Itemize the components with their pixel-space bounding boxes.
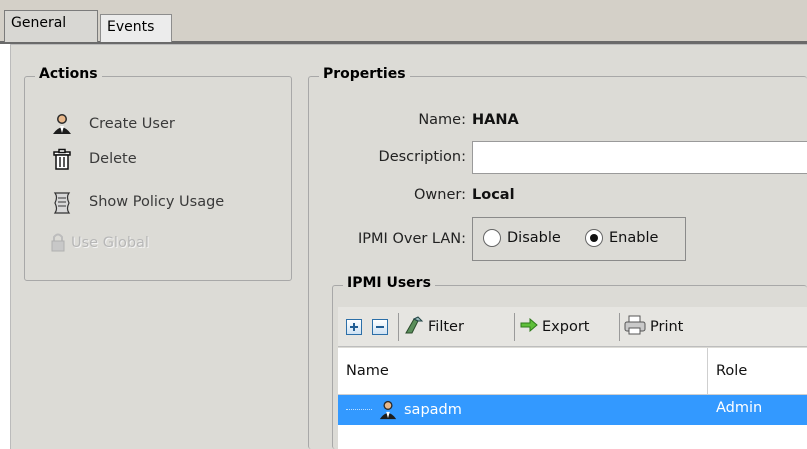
remove-button[interactable] xyxy=(372,316,388,338)
description-field[interactable] xyxy=(472,141,807,174)
ipmi-disable-radio[interactable]: Disable xyxy=(483,229,561,247)
filter-button[interactable]: Filter xyxy=(404,316,464,338)
name-value: HANA xyxy=(472,112,519,128)
radio-unchecked-icon xyxy=(483,229,501,247)
ipmi-disable-label: Disable xyxy=(507,230,561,246)
delete-label: Delete xyxy=(89,151,137,167)
printer-icon xyxy=(624,315,646,339)
actions-group: Actions Create User Delete Show Policy U… xyxy=(24,66,292,281)
export-label: Export xyxy=(542,319,590,335)
user-role-cell: Admin xyxy=(716,400,763,416)
user-name-cell: sapadm xyxy=(378,400,462,420)
toolbar-divider xyxy=(619,313,620,341)
print-button[interactable]: Print xyxy=(624,315,684,339)
tab-general[interactable]: General xyxy=(4,10,98,42)
trash-icon xyxy=(51,148,73,170)
lock-icon xyxy=(51,232,65,254)
show-policy-usage-action[interactable]: Show Policy Usage xyxy=(51,189,224,215)
radio-checked-icon xyxy=(585,229,603,247)
ipmi-users-title: IPMI Users xyxy=(343,275,435,291)
ipmi-users-toolbar: Filter Export Print xyxy=(338,307,807,347)
column-header-role[interactable]: Role xyxy=(708,348,807,394)
user-icon xyxy=(51,113,73,135)
arrow-right-icon xyxy=(520,317,538,336)
toolbar-divider xyxy=(514,313,515,341)
use-global-action[interactable]: Use Global xyxy=(51,230,149,256)
export-button[interactable]: Export xyxy=(520,316,589,338)
ipmi-over-lan-label: IPMI Over LAN: xyxy=(358,231,466,247)
user-icon xyxy=(378,400,398,420)
use-global-label: Use Global xyxy=(71,235,149,251)
properties-title: Properties xyxy=(319,66,410,82)
tree-connector xyxy=(346,409,372,410)
owner-label: Owner: xyxy=(414,187,466,203)
plus-icon xyxy=(346,319,362,335)
filter-label: Filter xyxy=(428,319,464,335)
description-label: Description: xyxy=(378,149,466,165)
add-button[interactable] xyxy=(346,316,362,338)
print-label: Print xyxy=(650,319,684,335)
create-user-label: Create User xyxy=(89,116,175,132)
tab-general-label: General xyxy=(11,15,67,31)
tab-events-label: Events xyxy=(107,19,155,35)
actions-title: Actions xyxy=(35,66,102,82)
ipmi-enable-label: Enable xyxy=(609,230,659,246)
column-header-name[interactable]: Name xyxy=(338,348,708,394)
ipmi-enable-radio[interactable]: Enable xyxy=(585,229,658,247)
owner-value: Local xyxy=(472,187,515,203)
create-user-action[interactable]: Create User xyxy=(51,111,175,137)
minus-icon xyxy=(372,319,388,335)
tab-events[interactable]: Events xyxy=(100,14,172,42)
ipmi-users-table: Name Role sapadm Admin xyxy=(338,348,807,449)
tab-strip: General Events xyxy=(0,0,807,44)
show-policy-usage-label: Show Policy Usage xyxy=(89,194,225,210)
name-label: Name: xyxy=(418,112,466,128)
scroll-icon xyxy=(51,191,73,214)
filter-icon xyxy=(404,315,424,339)
ipmi-over-lan-radio-group: Disable Enable xyxy=(472,217,686,261)
toolbar-divider xyxy=(398,313,399,341)
user-name: sapadm xyxy=(404,402,462,418)
table-row[interactable]: sapadm Admin xyxy=(338,395,807,425)
delete-action[interactable]: Delete xyxy=(51,146,137,172)
